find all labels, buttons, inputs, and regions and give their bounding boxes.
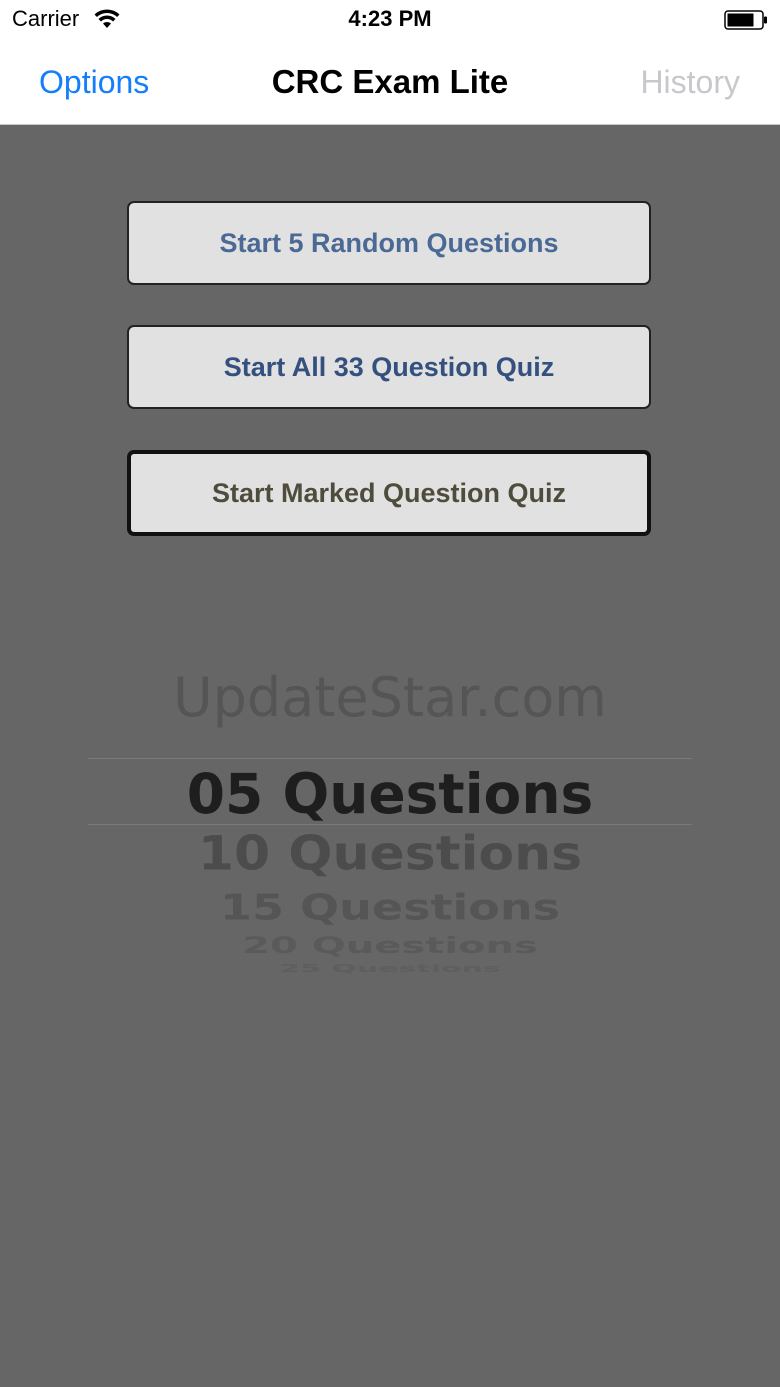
navigation-bar: Options CRC Exam Lite History (0, 40, 780, 125)
picker-option[interactable]: 15 Questions (88, 886, 692, 928)
picker-option[interactable]: 25 Questions (88, 962, 692, 974)
picker-option[interactable]: 10 Questions (88, 827, 692, 881)
picker-option[interactable]: 20 Questions (88, 933, 692, 958)
status-time: 4:23 PM (348, 6, 432, 31)
status-bar: Carrier 4:23 PM (0, 0, 780, 40)
battery-icon (724, 10, 767, 30)
question-count-picker[interactable]: 05 Questions 10 Questions 15 Questions 2… (88, 740, 692, 990)
start-all-questions-button[interactable]: Start All 33 Question Quiz (127, 325, 651, 409)
history-button[interactable]: History (640, 64, 740, 101)
start-marked-questions-button[interactable]: Start Marked Question Quiz (127, 450, 651, 536)
picker-selection-top-line (88, 758, 692, 759)
start-random-questions-button[interactable]: Start 5 Random Questions (127, 201, 651, 285)
picker-option-selected[interactable]: 05 Questions (88, 762, 692, 826)
watermark: UpdateStar.com (173, 666, 607, 729)
